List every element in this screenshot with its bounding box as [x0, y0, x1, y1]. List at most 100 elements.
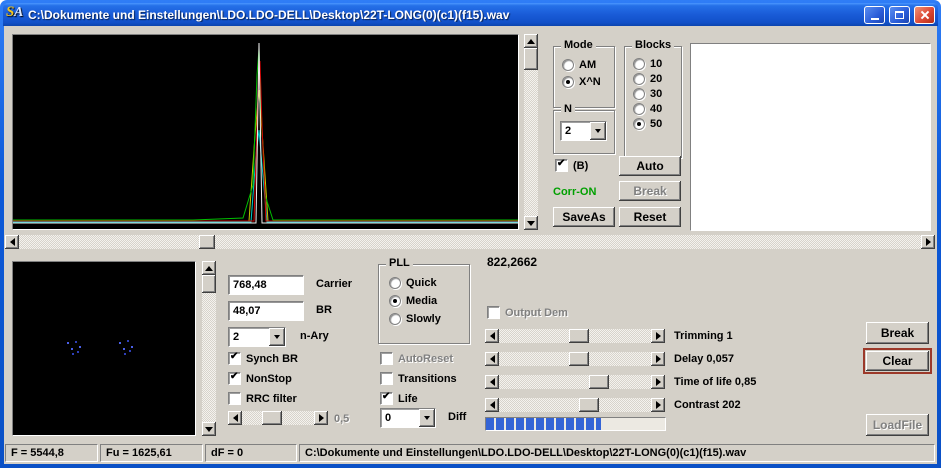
dropdown-button[interactable]	[590, 122, 606, 140]
minimize-icon	[870, 17, 879, 20]
frequency-readout: 822,2662	[487, 255, 538, 269]
carrier-field[interactable]: 768,48	[228, 275, 304, 295]
slider-thumb[interactable]	[569, 329, 589, 343]
radio-label: Slowly	[406, 313, 441, 325]
diff-select-value: 0	[385, 412, 392, 424]
progress-bar	[485, 417, 666, 431]
nary-select[interactable]: 2	[228, 327, 286, 347]
arrow-left-icon[interactable]	[485, 375, 499, 389]
scrollbar-thumb[interactable]	[202, 275, 216, 293]
radio-pll-quick[interactable]: Quick	[389, 277, 469, 289]
checkbox-icon	[380, 391, 393, 405]
br-field[interactable]: 48,07	[228, 301, 304, 321]
arrow-up-icon[interactable]	[524, 34, 538, 48]
results-panel[interactable]	[690, 43, 931, 231]
chevron-down-icon	[424, 416, 430, 423]
status-f: F = 5544,8	[5, 444, 98, 462]
carrier-label: Carrier	[316, 278, 353, 290]
blocks-group-title: Blocks	[632, 39, 675, 51]
radio-blocks-40[interactable]: 40	[633, 103, 681, 115]
arrow-left-icon[interactable]	[485, 352, 499, 366]
auto-button[interactable]: Auto	[619, 156, 681, 176]
transitions-checkbox[interactable]: Transitions	[380, 372, 457, 385]
constellation-vscrollbar[interactable]	[202, 261, 216, 436]
time-of-life-slider[interactable]	[485, 375, 665, 389]
rrc-slider[interactable]	[228, 411, 328, 425]
clear-button[interactable]: Clear	[863, 348, 932, 374]
arrow-left-icon[interactable]	[485, 329, 499, 343]
dropdown-button[interactable]	[419, 409, 435, 427]
status-fu: Fu = 1625,61	[100, 444, 203, 462]
radio-mode-am[interactable]: AM	[562, 59, 614, 71]
checkbox-icon	[380, 352, 393, 365]
life-checkbox[interactable]: Life	[380, 391, 418, 405]
synch-br-checkbox[interactable]: Synch BR	[228, 351, 298, 365]
checkbox-label: (B)	[573, 159, 589, 172]
minimize-button[interactable]	[864, 5, 885, 24]
title-bar[interactable]: S A C:\Dokumente und Einstellungen\LDO.L…	[3, 3, 938, 26]
delay-label: Delay 0,057	[674, 353, 734, 365]
radio-blocks-50[interactable]: 50	[633, 118, 681, 130]
radio-icon	[633, 73, 645, 85]
b-checkbox[interactable]: (B)	[555, 158, 589, 172]
arrow-left-icon[interactable]	[485, 398, 499, 412]
slider-thumb[interactable]	[569, 352, 589, 366]
radio-pll-media[interactable]: Media	[389, 295, 469, 307]
radio-icon	[633, 58, 645, 70]
arrow-left-icon[interactable]	[228, 411, 242, 425]
checkbox-icon	[487, 306, 500, 319]
arrow-up-icon[interactable]	[202, 261, 216, 275]
app-window: S A C:\Dokumente und Einstellungen\LDO.L…	[0, 0, 941, 468]
rrc-filter-checkbox[interactable]: RRC filter	[228, 392, 297, 405]
corr-status: Corr-ON	[553, 186, 597, 198]
output-dem-checkbox[interactable]: Output Dem	[487, 306, 568, 319]
slider-thumb[interactable]	[579, 398, 599, 412]
checkbox-icon	[228, 371, 241, 385]
delay-slider[interactable]	[485, 352, 665, 366]
saveas-button[interactable]: SaveAs	[553, 207, 615, 227]
radio-icon	[633, 88, 645, 100]
checkbox-label: AutoReset	[398, 352, 454, 365]
diff-select[interactable]: 0	[380, 408, 436, 428]
radio-blocks-20[interactable]: 20	[633, 73, 681, 85]
arrow-down-icon[interactable]	[202, 422, 216, 436]
close-button[interactable]	[914, 5, 935, 24]
arrow-right-icon[interactable]	[651, 352, 665, 366]
break-button[interactable]: Break	[866, 322, 929, 344]
n-select[interactable]: 2	[560, 121, 607, 141]
loadfile-button[interactable]: LoadFile	[866, 414, 929, 436]
radio-mode-xn[interactable]: X^N	[562, 76, 614, 88]
pll-group: PLL Quick Media Slowly	[378, 257, 470, 344]
maximize-button[interactable]	[889, 5, 910, 24]
nary-label: n-Ary	[300, 330, 329, 342]
arrow-right-icon[interactable]	[651, 375, 665, 389]
trimming-slider[interactable]	[485, 329, 665, 343]
arrow-down-icon[interactable]	[524, 216, 538, 230]
status-file-path: C:\Dokumente und Einstellungen\LDO.LDO-D…	[299, 444, 935, 462]
autoreset-checkbox[interactable]: AutoReset	[380, 352, 453, 365]
arrow-right-icon[interactable]	[314, 411, 328, 425]
arrow-left-icon[interactable]	[5, 235, 19, 249]
trimming-label: Trimming 1	[674, 330, 733, 342]
slider-thumb[interactable]	[262, 411, 282, 425]
slider-thumb[interactable]	[589, 375, 609, 389]
arrow-right-icon[interactable]	[651, 329, 665, 343]
app-icon-a: A	[14, 4, 24, 20]
n-group-title: N	[561, 103, 575, 115]
arrow-right-icon[interactable]	[921, 235, 935, 249]
radio-pll-slowly[interactable]: Slowly	[389, 313, 469, 325]
radio-label: 40	[650, 103, 663, 115]
arrow-right-icon[interactable]	[651, 398, 665, 412]
dropdown-button[interactable]	[269, 328, 285, 346]
break-top-button[interactable]: Break	[619, 181, 681, 201]
radio-blocks-10[interactable]: 10	[633, 58, 681, 70]
radio-icon	[389, 295, 401, 307]
reset-button[interactable]: Reset	[619, 207, 681, 227]
radio-blocks-30[interactable]: 30	[633, 88, 681, 100]
nonstop-checkbox[interactable]: NonStop	[228, 371, 292, 385]
contrast-slider[interactable]	[485, 398, 665, 412]
scrollbar-thumb[interactable]	[199, 235, 215, 249]
spectrum-hscrollbar[interactable]	[5, 235, 935, 249]
spectrum-vscrollbar[interactable]	[524, 34, 538, 230]
scrollbar-thumb[interactable]	[524, 48, 538, 70]
